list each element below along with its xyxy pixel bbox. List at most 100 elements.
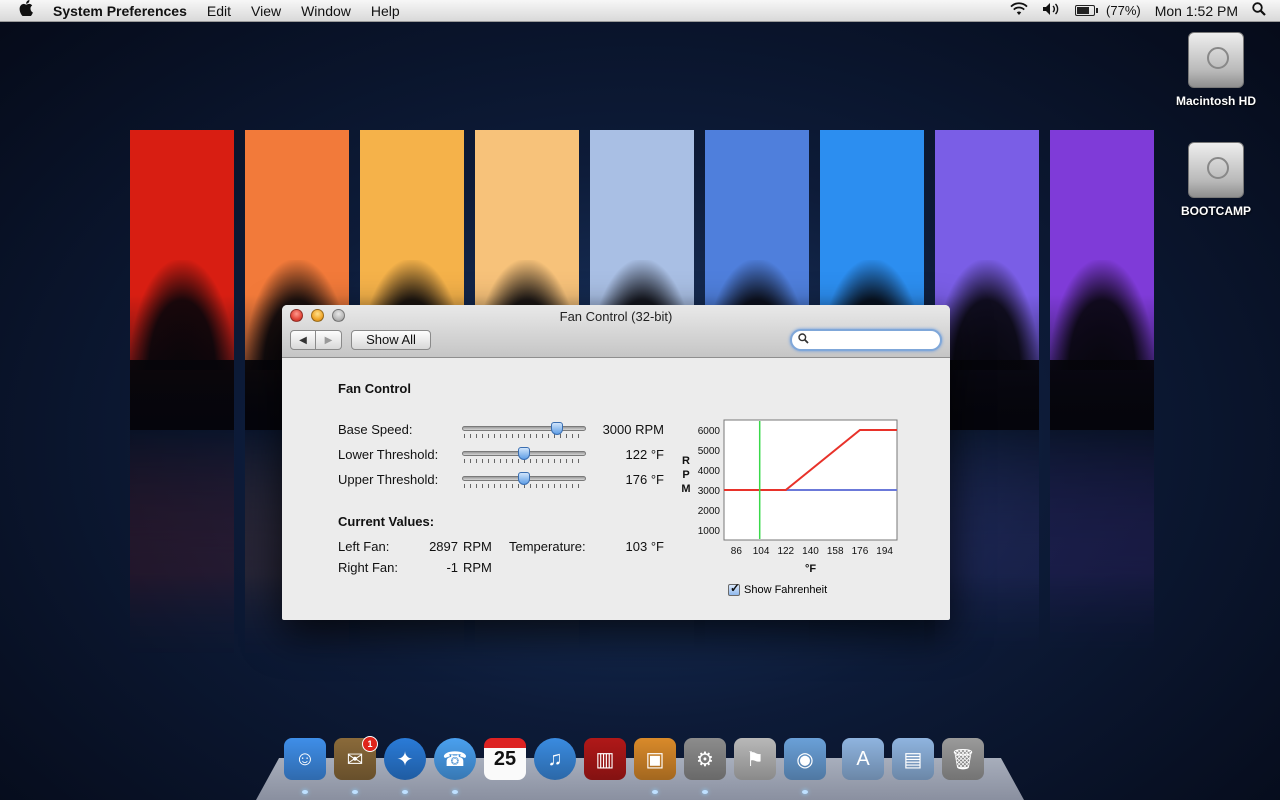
menu-app-name[interactable]: System Preferences (53, 0, 197, 22)
finder-icon[interactable]: ☺ (284, 738, 326, 780)
dock-item[interactable]: 🗑 (938, 734, 988, 784)
left-fan-value: 2897 (429, 539, 458, 554)
dock-item[interactable]: ▤ (888, 734, 938, 784)
preference-pane: Fan Control Base Speed: 3000 RPM Lower T… (282, 358, 950, 620)
safari-icon[interactable]: ✦ (384, 738, 426, 780)
apple-menu-icon[interactable] (17, 0, 35, 21)
y-tick-label: 1000 (698, 526, 721, 537)
x-tick-label: 86 (731, 546, 743, 557)
wifi-icon[interactable] (1003, 0, 1035, 22)
wallpaper-strip (130, 130, 234, 430)
itunes-icon[interactable]: ♫ (534, 738, 576, 780)
dock-item[interactable]: A (838, 734, 888, 784)
dock-item[interactable]: ⚙ (680, 734, 730, 794)
temperature-value: 103 °F (625, 539, 664, 554)
battery-percentage[interactable]: (77%) (1102, 0, 1148, 22)
lower-threshold-label: Lower Threshold: (338, 447, 439, 462)
back-button[interactable]: ◀ (290, 330, 316, 350)
dock-item[interactable]: ◉ (780, 734, 830, 794)
ichat-icon[interactable]: ☎ (434, 738, 476, 780)
running-indicator (802, 790, 808, 794)
fan-control-window: Fan Control (32-bit) ◀ ▶ Show All Fan Co… (282, 305, 950, 620)
wallpaper-reflection (935, 430, 1039, 670)
left-fan-label: Left Fan: (338, 539, 390, 554)
show-all-button[interactable]: Show All (351, 330, 431, 350)
window-toolbar: Fan Control (32-bit) ◀ ▶ Show All (282, 305, 950, 358)
lower-threshold-slider[interactable] (462, 447, 586, 465)
x-tick-label: 194 (876, 546, 893, 557)
right-fan-value: -1 (446, 560, 458, 575)
running-indicator (302, 790, 308, 794)
section-title: Fan Control (338, 381, 411, 396)
battery-icon[interactable] (1067, 5, 1102, 16)
documents-folder-icon[interactable]: ▤ (892, 738, 934, 780)
dock-item[interactable]: ▣ (630, 734, 680, 794)
running-indicator (352, 790, 358, 794)
right-fan-unit: RPM (463, 560, 492, 575)
wallpaper-reflection (1050, 430, 1154, 670)
desktop-icon-label: BOOTCAMP (1181, 204, 1251, 218)
x-tick-label: 104 (753, 546, 770, 557)
running-indicator (702, 790, 708, 794)
dock-item[interactable]: ▥ (580, 734, 630, 784)
dock-item[interactable]: ☺ (280, 734, 330, 794)
x-tick-label: 158 (827, 546, 844, 557)
dock-item[interactable]: ⚑ (730, 734, 780, 784)
right-fan-label: Right Fan: (338, 560, 398, 575)
menu-view[interactable]: View (241, 0, 291, 22)
utility-icon[interactable]: ⚑ (734, 738, 776, 780)
iphoto-icon[interactable]: ▣ (634, 738, 676, 780)
menu-window[interactable]: Window (291, 0, 361, 22)
menu-help[interactable]: Help (361, 0, 410, 22)
ical-icon[interactable]: 25 (484, 738, 526, 780)
applications-folder-icon[interactable]: A (842, 738, 884, 780)
search-field[interactable] (790, 329, 942, 351)
fan-curve-chart: 1000 2000 3000 4000 5000 6000 86 104 122 140 158 17… (678, 416, 908, 616)
slider-knob[interactable] (518, 472, 530, 485)
current-values-title: Current Values: (338, 514, 435, 529)
dock: ☺ ✉ 1 ✦ ☎ 25 ♫ ▥ ▣ ⚙ ⚑ ◉ A ▤ 🗑 (280, 734, 988, 794)
x-axis-label: °F (805, 563, 816, 575)
plot-area (723, 419, 898, 541)
x-tick-label: 140 (802, 546, 819, 557)
y-axis-label: R (682, 455, 690, 467)
upper-threshold-slider[interactable] (462, 472, 586, 490)
wallpaper-reflection (130, 430, 234, 670)
trash-icon[interactable]: 🗑 (942, 738, 984, 780)
show-fahrenheit-control[interactable]: Show Fahrenheit (728, 581, 827, 596)
menu-edit[interactable]: Edit (197, 0, 241, 22)
base-speed-slider[interactable] (462, 422, 586, 440)
desktop-icon-macintosh-hd[interactable]: Macintosh HD (1166, 32, 1266, 108)
forward-button[interactable]: ▶ (316, 330, 342, 350)
dock-separator (830, 734, 838, 784)
preview-icon[interactable]: ◉ (784, 738, 826, 780)
running-indicator (402, 790, 408, 794)
volume-icon[interactable] (1035, 0, 1067, 22)
running-indicator (652, 790, 658, 794)
dock-item[interactable]: ☎ (430, 734, 480, 794)
notification-badge: 1 (362, 736, 378, 752)
y-tick-label: 6000 (698, 426, 721, 437)
front-row-icon[interactable]: ▥ (584, 738, 626, 780)
y-tick-label: 5000 (698, 446, 721, 457)
dock-item[interactable]: 25 (480, 734, 530, 784)
show-fahrenheit-checkbox[interactable] (728, 581, 740, 596)
desktop-icon-bootcamp[interactable]: BOOTCAMP (1166, 142, 1266, 218)
hard-drive-icon (1188, 32, 1244, 88)
base-speed-value: 3000 RPM (602, 422, 664, 437)
hard-drive-icon (1188, 142, 1244, 198)
y-axis-label: M (681, 483, 690, 495)
spotlight-icon[interactable] (1245, 0, 1280, 22)
left-fan-unit: RPM (463, 539, 492, 554)
dock-item[interactable]: ✉ 1 (330, 734, 380, 794)
y-tick-label: 2000 (698, 506, 721, 517)
show-fahrenheit-label[interactable]: Show Fahrenheit (744, 584, 827, 596)
slider-knob[interactable] (518, 447, 530, 460)
menu-clock[interactable]: Mon 1:52 PM (1148, 0, 1245, 22)
y-axis-label: P (682, 469, 689, 481)
search-input[interactable] (812, 333, 932, 347)
lower-threshold-value: 122 °F (625, 447, 664, 462)
dock-item[interactable]: ✦ (380, 734, 430, 794)
dock-item[interactable]: ♫ (530, 734, 580, 784)
system-preferences-icon[interactable]: ⚙ (684, 738, 726, 780)
